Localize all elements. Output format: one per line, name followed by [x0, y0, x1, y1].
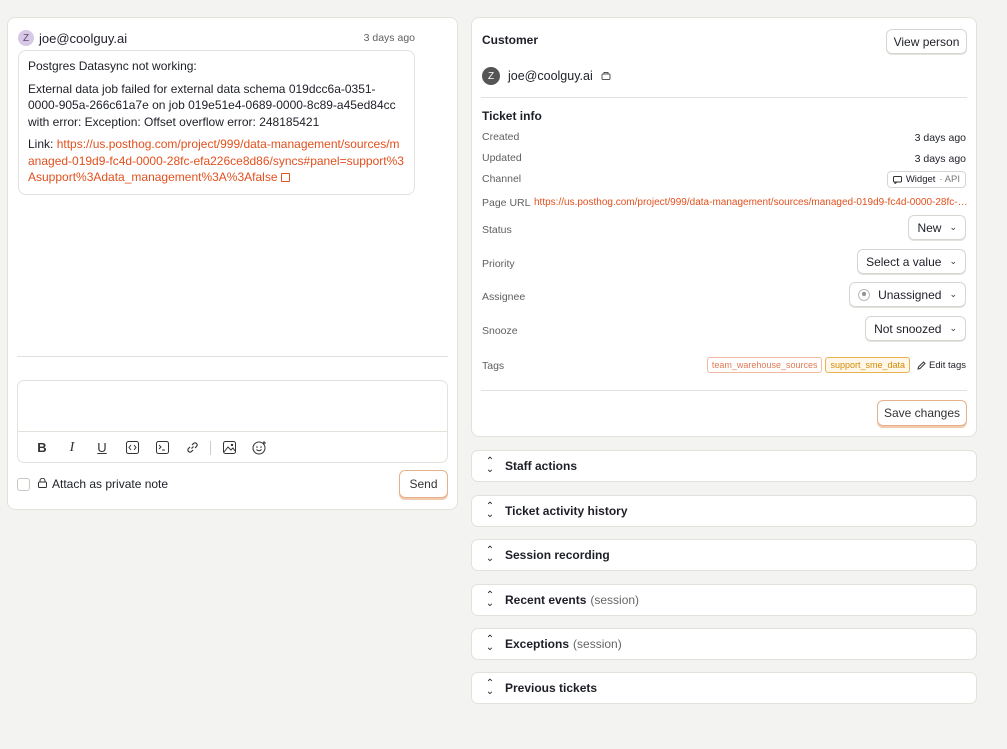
external-link-icon[interactable]	[280, 173, 290, 182]
assignee-select[interactable]: ☻ Unassigned ⌄	[849, 282, 966, 307]
channel-sub: · API	[939, 174, 960, 185]
message-time: 3 days ago	[363, 32, 415, 44]
channel-chip: Widget · API	[886, 171, 966, 188]
message-panel: Z joe@coolguy.ai 3 days ago Postgres Dat…	[7, 17, 458, 510]
channel-label: Channel	[482, 173, 522, 185]
section-subtitle: (session)	[590, 593, 640, 607]
lock-icon	[38, 477, 47, 491]
save-changes-button[interactable]: Save changes	[877, 400, 967, 426]
previous-tickets-section[interactable]: ⌃ ⌄ Previous tickets	[471, 672, 977, 704]
link-icon[interactable]	[177, 437, 207, 459]
customer-avatar: Z	[482, 67, 500, 85]
ticket-sidebar: Customer View person Z joe@coolguy.ai Ti…	[471, 17, 977, 437]
user-icon: ☻	[858, 288, 871, 301]
code-icon[interactable]	[117, 437, 147, 459]
message-link-line: Link: https://us.posthog.com/project/999…	[28, 136, 404, 186]
section-title: Session recording	[505, 548, 610, 562]
message-header: Z joe@coolguy.ai 3 days ago	[18, 30, 415, 46]
image-icon[interactable]	[214, 437, 244, 459]
expand-icon: ⌃ ⌄	[485, 634, 495, 653]
recent-events-section[interactable]: ⌃ ⌄ Recent events (session)	[471, 584, 977, 616]
emoji-icon[interactable]	[244, 437, 274, 459]
divider	[481, 390, 967, 391]
channel-value: Widget	[905, 174, 936, 185]
section-title: Exceptions	[505, 637, 570, 651]
code-block-icon[interactable]	[147, 437, 177, 459]
exceptions-section[interactable]: ⌃ ⌄ Exceptions (session)	[471, 628, 977, 660]
page-url-label: Page URL	[482, 197, 531, 209]
expand-icon: ⌃ ⌄	[485, 545, 495, 564]
copy-icon[interactable]	[601, 71, 611, 82]
expand-icon: ⌃ ⌄	[485, 456, 495, 475]
reply-composer: B I U	[17, 380, 448, 463]
created-value: 3 days ago	[914, 132, 966, 144]
tags-list: team_warehouse_sources support_sme_data …	[706, 357, 966, 373]
toolbar-separator	[210, 440, 211, 455]
message-line-1: Postgres Datasync not working:	[28, 59, 197, 73]
session-recording-section[interactable]: ⌃ ⌄ Session recording	[471, 539, 977, 571]
snooze-value: Not snoozed	[874, 321, 942, 336]
private-note-checkbox[interactable]	[17, 477, 30, 491]
tags-label: Tags	[482, 360, 505, 372]
status-label: Status	[482, 224, 512, 236]
priority-select[interactable]: Select a value ⌄	[857, 249, 966, 274]
section-title: Ticket activity history	[505, 504, 628, 518]
updated-label: Updated	[482, 152, 522, 164]
tag[interactable]: support_sme_data	[825, 357, 911, 373]
customer-row: Z joe@coolguy.ai	[482, 67, 611, 85]
updated-value: 3 days ago	[914, 153, 966, 165]
send-button[interactable]: Send	[399, 470, 448, 498]
page-url-link[interactable]: https://us.posthog.com/project/999/data-…	[534, 197, 968, 208]
chat-icon	[892, 175, 902, 184]
pencil-icon	[917, 360, 926, 370]
assignee-label: Assignee	[482, 291, 526, 303]
edit-tags-label: Edit tags	[929, 359, 966, 371]
reply-input[interactable]	[18, 381, 447, 432]
chevron-down-icon: ⌄	[949, 222, 957, 232]
chevron-down-icon: ⌄	[949, 323, 957, 333]
message-line-2: External data job failed for external da…	[28, 81, 396, 129]
message-link[interactable]: https://us.posthog.com/project/999/data-…	[28, 137, 404, 184]
created-label: Created	[482, 131, 520, 143]
snooze-select[interactable]: Not snoozed ⌄	[865, 316, 966, 341]
private-note-row: Attach as private note	[17, 477, 168, 491]
chevron-down-icon: ⌄	[949, 256, 957, 266]
section-subtitle: (session)	[573, 637, 622, 651]
tag[interactable]: team_warehouse_sources	[706, 357, 823, 373]
customer-email: joe@coolguy.ai	[508, 69, 593, 83]
ticket-activity-history-section[interactable]: ⌃ ⌄ Ticket activity history	[471, 495, 977, 527]
expand-icon: ⌃ ⌄	[485, 590, 495, 609]
status-value: New	[917, 220, 942, 235]
assignee-value: Unassigned	[878, 287, 942, 302]
sender-avatar: Z	[18, 30, 34, 46]
snooze-label: Snooze	[482, 325, 518, 337]
bold-icon[interactable]: B	[27, 437, 57, 459]
expand-icon: ⌃ ⌄	[485, 678, 495, 697]
private-note-label: Attach as private note	[52, 477, 169, 491]
section-title: Recent events	[505, 593, 587, 607]
divider	[481, 97, 967, 98]
section-title: Previous tickets	[505, 681, 598, 695]
status-select[interactable]: New ⌄	[908, 215, 966, 240]
italic-icon[interactable]: I	[57, 437, 87, 459]
section-title: Staff actions	[505, 459, 578, 473]
staff-actions-section[interactable]: ⌃ ⌄ Staff actions	[471, 450, 977, 482]
link-prefix: Link:	[28, 137, 57, 151]
message-bubble: Postgres Datasync not working: External …	[18, 50, 415, 195]
edit-tags-button[interactable]: Edit tags	[917, 360, 966, 371]
underline-icon[interactable]: U	[87, 437, 117, 459]
sender-email: joe@coolguy.ai	[39, 30, 128, 46]
formatting-toolbar: B I U	[18, 432, 447, 463]
customer-title: Customer	[482, 33, 539, 47]
ticket-info-title: Ticket info	[482, 109, 542, 123]
chevron-down-icon: ⌄	[949, 289, 957, 299]
priority-label: Priority	[482, 258, 515, 270]
view-person-button[interactable]: View person	[886, 29, 967, 54]
expand-icon: ⌃ ⌄	[485, 501, 495, 520]
divider	[17, 356, 448, 357]
priority-value: Select a value	[866, 254, 942, 269]
